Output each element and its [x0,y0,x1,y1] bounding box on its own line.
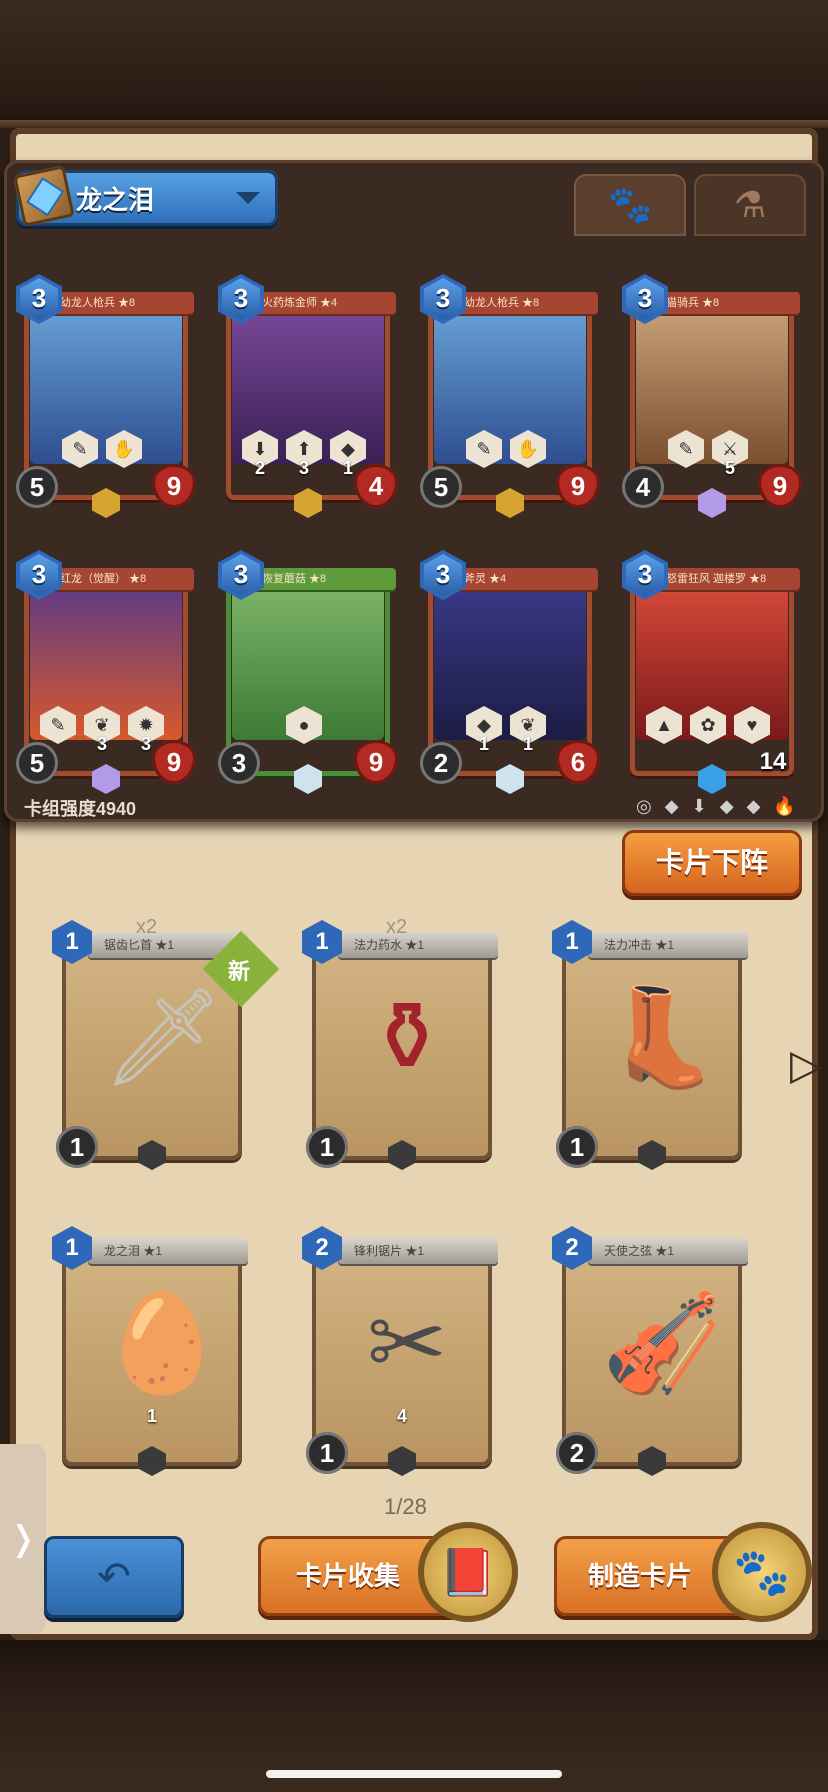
health-value: 6 [556,740,600,784]
deck-card[interactable]: 怒雷狂风 迦楼罗 ★8 3 ▲ ✿ ♥ 14 [622,550,802,796]
card-name: 法力冲击 ★1 [604,938,675,952]
attack-value: 3 [218,742,260,784]
card-cost: 3 [637,283,653,313]
chevron-down-icon[interactable] [236,192,260,204]
remove-card-button[interactable]: 卡片下阵 [622,830,802,896]
collection-card[interactable]: 法力药水 ★1 1 ⚱ 1 x2 [302,916,502,1170]
earth-filter-icon[interactable]: ◆ [665,796,679,816]
card-cost: 3 [435,283,451,313]
deck-card[interactable]: 猫骑兵 ★8 3 ✎ ⚔ 5 4 9 [622,274,802,520]
health-value: 9 [354,740,398,784]
attack-value: 1 [306,1432,348,1474]
attack-value: 5 [420,466,462,508]
collection-card[interactable]: 锋利锯片 ★1 2 ✂ 4 1 [302,1226,502,1476]
deck-card[interactable]: 斧灵 ★4 3 ◆ 1 ❦ 1 2 6 [420,550,600,796]
next-page-arrow-icon[interactable]: ▷ [790,1040,822,1089]
boot-icon: 👢 [602,984,722,1091]
attack-value: 1 [56,1126,98,1168]
new-label: 新 [228,959,251,984]
home-indicator[interactable] [266,1770,562,1778]
attack-value: 2 [420,742,462,784]
tab-spells[interactable]: ⚗ [694,174,806,236]
collection-card[interactable]: 锯齿匕首 ★1 1 🗡 1 x2 新 [52,916,280,1170]
card-cost: 3 [233,283,249,313]
card-name: 龙之泪 ★1 [104,1244,163,1258]
card-name: 怒雷狂风 迦楼罗 ★8 [666,573,767,585]
collection-card[interactable]: 法力冲击 ★1 1 👢 1 [552,920,752,1170]
deck-name: 龙之泪 [76,185,155,215]
attack-value: 1 [306,1126,348,1168]
health-value: 4 [354,464,398,508]
card-cost: 3 [233,559,249,589]
egg-icon: 🥚 [102,1290,222,1397]
health-value: 9 [556,464,600,508]
deck-card[interactable]: 幼龙人枪兵 ★8 3 ✎ ✋ 5 9 [16,274,196,520]
deck-card[interactable]: 红龙（觉醒） ★8 3 ✎ ❦ 3 ✹ 3 5 9 [16,550,196,796]
card-name: 猫骑兵 ★8 [666,297,720,309]
ability-value: 3 [298,458,309,478]
card-cost: 3 [637,559,653,589]
ability-value: 3 [96,734,107,754]
deck-strength: 卡组强度4940 [24,799,137,819]
lute-icon: 🎻 [602,1290,722,1397]
ability-value: 1 [478,734,489,754]
deck-card[interactable]: 恢复蘑菇 ★8 3 ● 3 9 [218,550,398,796]
card-name: 锋利锯片 ★1 [354,1244,425,1258]
card-name: 恢复蘑菇 ★8 [262,573,327,585]
card-cost: 3 [435,559,451,589]
dagger-icon: 🗡 [102,984,224,1091]
top-frame [0,0,828,128]
blades-icon: ✂ [366,1290,448,1397]
beast-filter-icon[interactable]: ◆ [747,796,761,816]
neutral-filter-icon[interactable]: ◎ [636,796,652,816]
card-cost: 3 [31,283,47,313]
deck-card[interactable]: 火药炼金师 ★4 3 ⬇ 2 ⬆ 3 ◆ 1 4 [218,274,398,520]
card-name: 幼龙人枪兵 ★8 [60,297,136,309]
ability-value: 2 [254,458,265,478]
paw-jar-icon[interactable]: 🐾 [712,1522,812,1622]
page-indicator: 1/28 [384,1494,427,1519]
card-quantity: x2 [386,916,408,938]
fire-filter-icon[interactable]: 🔥 [773,796,795,816]
collection-card[interactable]: 龙之泪 ★1 1 🥚 1 [52,1226,252,1476]
card-name: 天使之弦 ★1 [604,1244,675,1258]
card-name: 法力药水 ★1 [354,938,425,952]
tab-creatures[interactable]: 🐾 [574,174,686,236]
health-value: 9 [152,740,196,784]
card-name: 幼龙人枪兵 ★8 [464,297,540,309]
health-value: 14 [759,748,787,775]
health-value: 9 [758,464,802,508]
deck-book-icon [13,165,75,227]
attack-value: 2 [556,1432,598,1474]
potion-icon: ⚗ [733,184,767,225]
back-button[interactable]: ↶ [44,1536,184,1618]
ability-value: 5 [724,458,735,478]
deck-card[interactable]: 幼龙人枪兵 ★8 3 ✎ ✋ 5 9 [420,274,600,520]
card-name: 火药炼金师 ★4 [262,297,338,309]
ability-value: 4 [396,1406,407,1426]
collection-card[interactable]: 天使之弦 ★1 2 🎻 2 [552,1226,752,1476]
attack-value: 5 [16,466,58,508]
card-book-icon[interactable]: 📕 [418,1522,518,1622]
attack-value: 5 [16,742,58,784]
card-quantity: x2 [136,916,158,938]
card-name: 斧灵 ★4 [464,573,507,585]
attack-value: 1 [556,1126,598,1168]
potion-icon: ⚱ [366,984,448,1091]
ability-value: 1 [522,734,533,754]
element-filters: ◎ ◆ ⬇ ◆ ◆ 🔥 [636,796,804,817]
ability-value: 1 [146,1406,157,1426]
paw-icon: 🐾 [607,184,653,225]
card-cost: 3 [31,559,47,589]
attack-value: 4 [622,466,664,508]
dark-filter-icon[interactable]: ◆ [720,796,734,816]
health-value: 9 [152,464,196,508]
nature-filter-icon[interactable]: ⬇ [692,796,707,816]
card-name: 红龙（觉醒） ★8 [60,573,147,585]
side-expand-tab[interactable]: ❭ [0,1444,46,1634]
